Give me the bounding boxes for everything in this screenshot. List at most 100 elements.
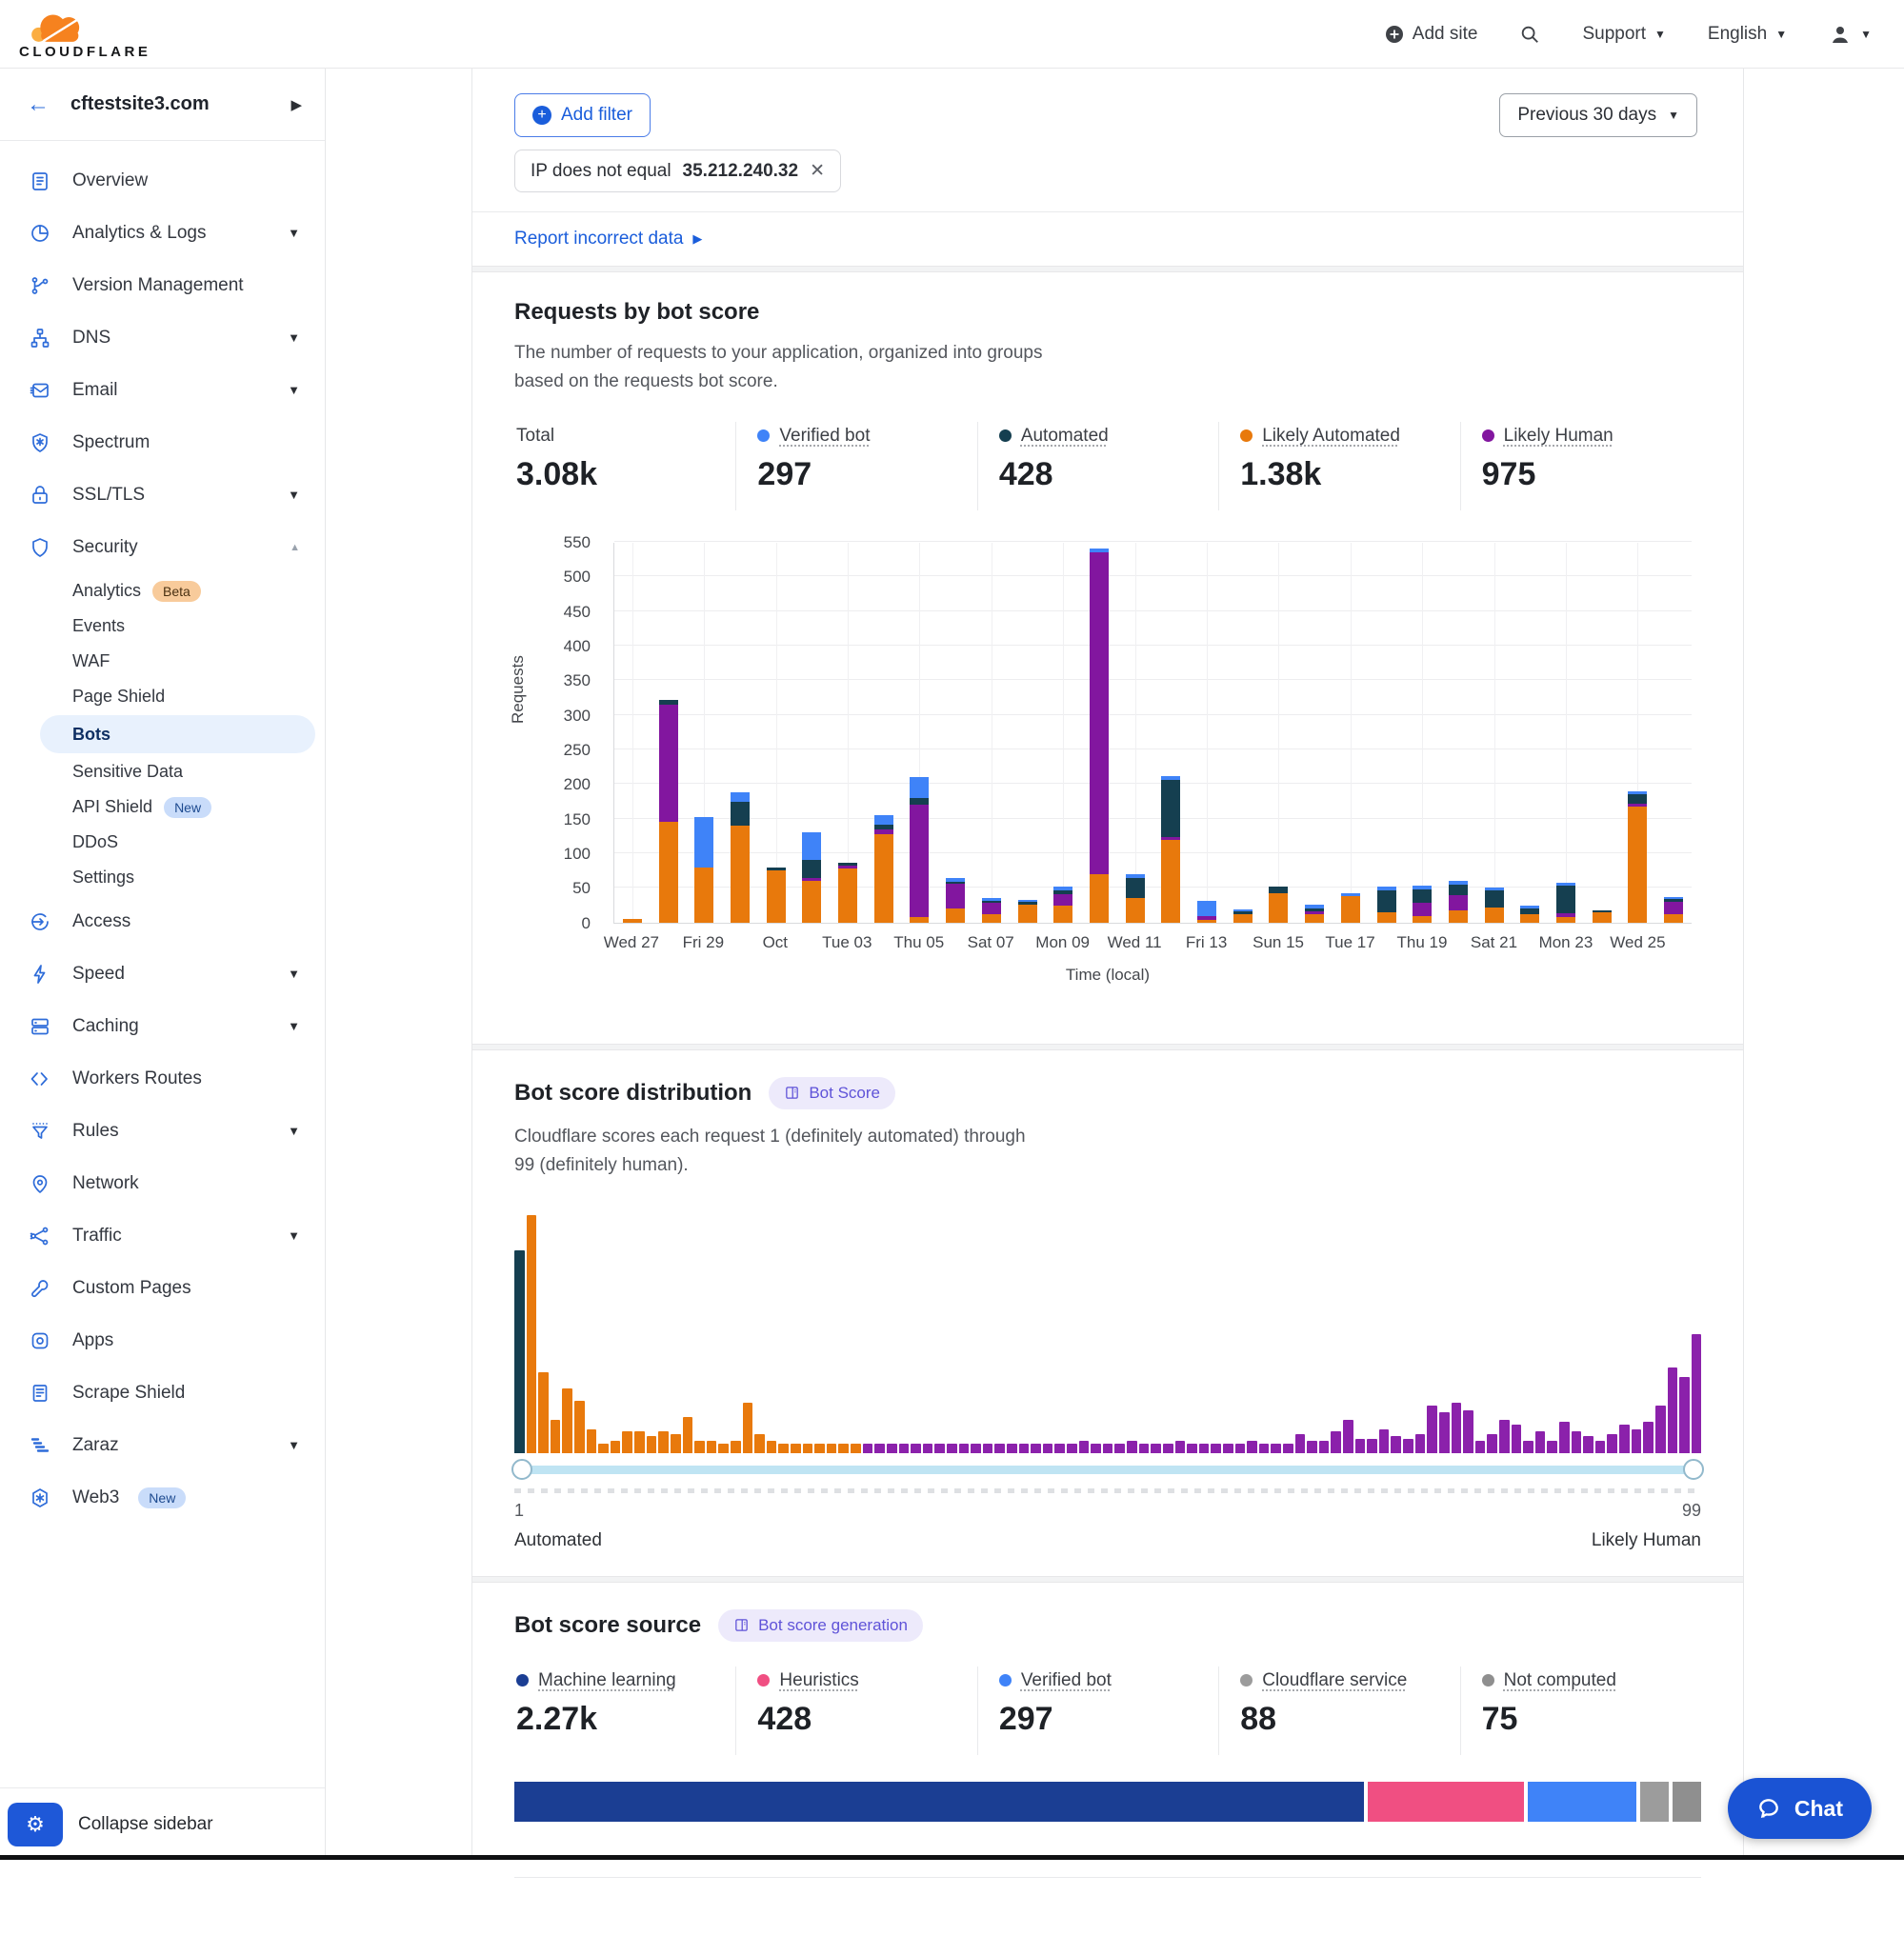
sidebar-subitem-waf[interactable]: WAF bbox=[0, 644, 325, 679]
sidebar-item-scrape-shield[interactable]: Scrape Shield bbox=[0, 1367, 325, 1419]
sidebar-item-rules[interactable]: Rules▼ bbox=[0, 1105, 325, 1157]
sidebar-item-spectrum[interactable]: Spectrum bbox=[0, 416, 325, 469]
requests-time-series-chart[interactable]: Requests 0501001502002503003504004505005… bbox=[514, 543, 1701, 1019]
sidebar-subitem-analytics[interactable]: AnalyticsBeta bbox=[0, 573, 325, 609]
legend-dot bbox=[516, 1674, 529, 1687]
histogram-bar-score-7 bbox=[587, 1429, 597, 1453]
stat-label[interactable]: Not computed bbox=[1504, 1670, 1616, 1691]
histogram-bar-score-94 bbox=[1632, 1429, 1642, 1453]
stat-label[interactable]: Likely Automated bbox=[1262, 426, 1400, 447]
sidebar-item-zaraz[interactable]: Zaraz▼ bbox=[0, 1419, 325, 1471]
sidebar-item-speed[interactable]: Speed▼ bbox=[0, 948, 325, 1000]
slider-handle-max[interactable] bbox=[1683, 1459, 1704, 1480]
sidebar-item-custom-pages[interactable]: Custom Pages bbox=[0, 1262, 325, 1314]
remove-filter-icon[interactable]: ✕ bbox=[810, 160, 825, 182]
stat-label[interactable]: Machine learning bbox=[538, 1670, 676, 1691]
bot-score-generation-badge[interactable]: Bot score generation bbox=[718, 1609, 923, 1642]
stacked-bar-day-29 bbox=[1664, 897, 1683, 923]
stat-label[interactable]: Verified bot bbox=[779, 426, 870, 447]
sidebar-subitem-ddos[interactable]: DDoS bbox=[0, 825, 325, 860]
stat-label[interactable]: Verified bot bbox=[1021, 1670, 1112, 1691]
stat-label[interactable]: Likely Human bbox=[1504, 426, 1613, 447]
sidebar-item-web3[interactable]: Web3New bbox=[0, 1471, 325, 1524]
histogram-bar-score-53 bbox=[1139, 1444, 1150, 1453]
add-filter-button[interactable]: + Add filter bbox=[514, 93, 651, 137]
sidebar-item-workers-routes[interactable]: Workers Routes bbox=[0, 1052, 325, 1105]
sidebar-subitem-bots[interactable]: Bots bbox=[40, 715, 315, 753]
histogram-bar-score-37 bbox=[947, 1444, 957, 1453]
sidebar-subitem-events[interactable]: Events bbox=[0, 609, 325, 644]
stacked-bar-day-5 bbox=[802, 832, 821, 923]
stacked-bar-day-17 bbox=[1233, 909, 1253, 923]
source-stacked-bar[interactable] bbox=[514, 1782, 1701, 1822]
sidebar-item-email[interactable]: Email▼ bbox=[0, 364, 325, 416]
sidebar-subitem-api-shield[interactable]: API ShieldNew bbox=[0, 789, 325, 825]
histogram-bar-score-32 bbox=[887, 1444, 897, 1453]
histogram-bar-score-30 bbox=[863, 1444, 873, 1453]
sidebar-subitem-settings[interactable]: Settings bbox=[0, 860, 325, 895]
site-selector[interactable]: ← cftestsite3.com ▶ bbox=[0, 69, 325, 141]
legend-dot bbox=[1482, 1674, 1494, 1687]
stacked-bar-day-2 bbox=[694, 817, 713, 923]
report-incorrect-data-link[interactable]: Report incorrect data ▶ bbox=[514, 229, 702, 249]
source-segment-not-computed bbox=[1673, 1782, 1701, 1822]
sidebar-item-traffic[interactable]: Traffic▼ bbox=[0, 1209, 325, 1262]
filter-chip[interactable]: IP does not equal 35.212.240.32 ✕ bbox=[514, 150, 841, 192]
histogram-bar-score-19 bbox=[731, 1441, 741, 1453]
security-icon bbox=[29, 536, 53, 559]
slider-track[interactable] bbox=[516, 1466, 1699, 1474]
sidebar-item-ssl-tls[interactable]: SSL/TLS▼ bbox=[0, 469, 325, 521]
slider-max-label: Likely Human bbox=[1592, 1530, 1701, 1551]
sidebar-item-dns[interactable]: DNS▼ bbox=[0, 311, 325, 364]
add-site-button[interactable]: Add site bbox=[1385, 24, 1478, 45]
stat-label[interactable]: Heuristics bbox=[779, 1670, 858, 1691]
sidebar-item-security[interactable]: Security▲ bbox=[0, 521, 325, 573]
back-arrow-icon[interactable]: ← bbox=[27, 91, 50, 118]
bot-score-distribution-card: Bot score distribution Bot Score Cloudfl… bbox=[472, 1050, 1743, 1576]
stacked-bar-day-8 bbox=[910, 777, 929, 923]
sidebar-item-network[interactable]: Network bbox=[0, 1157, 325, 1209]
user-icon bbox=[1829, 23, 1852, 46]
histogram-bar-score-55 bbox=[1163, 1444, 1173, 1453]
account-menu[interactable]: ▼ bbox=[1829, 23, 1872, 46]
x-tick: Mon 09 bbox=[1035, 933, 1090, 952]
slider-handle-min[interactable] bbox=[511, 1459, 532, 1480]
histogram-bar-score-71 bbox=[1355, 1439, 1366, 1453]
sidebar-subitem-sensitive-data[interactable]: Sensitive Data bbox=[0, 754, 325, 789]
x-tick: Tue 03 bbox=[822, 933, 872, 952]
sidebar-item-version-management[interactable]: Version Management bbox=[0, 259, 325, 311]
language-menu[interactable]: English ▼ bbox=[1708, 24, 1787, 45]
sidebar-item-caching[interactable]: Caching▼ bbox=[0, 1000, 325, 1052]
bot-score-histogram[interactable] bbox=[514, 1213, 1701, 1453]
histogram-bar-score-17 bbox=[707, 1441, 717, 1453]
stat-label[interactable]: Cloudflare service bbox=[1262, 1670, 1407, 1691]
sidebar-item-overview[interactable]: Overview bbox=[0, 154, 325, 207]
date-range-dropdown[interactable]: Previous 30 days ▼ bbox=[1499, 93, 1697, 137]
histogram-bar-score-33 bbox=[899, 1444, 910, 1453]
search-button[interactable] bbox=[1519, 24, 1540, 45]
sidebar-item-access[interactable]: Access bbox=[0, 895, 325, 948]
chevron-down-icon: ▼ bbox=[288, 1124, 300, 1138]
stacked-bar-day-22 bbox=[1413, 886, 1432, 923]
chat-button[interactable]: Chat bbox=[1728, 1778, 1872, 1839]
histogram-bar-score-28 bbox=[838, 1444, 849, 1453]
y-tick: 300 bbox=[514, 707, 591, 726]
sidebar-subitem-page-shield[interactable]: Page Shield bbox=[0, 679, 325, 714]
histogram-bar-score-9 bbox=[611, 1441, 621, 1453]
settings-gear-button[interactable]: ⚙ bbox=[8, 1803, 63, 1846]
histogram-bar-score-83 bbox=[1499, 1420, 1510, 1453]
chevron-down-icon: ▼ bbox=[288, 488, 300, 502]
x-tick: Mon 23 bbox=[1539, 933, 1593, 952]
collapse-sidebar-button[interactable]: Collapse sidebar bbox=[78, 1814, 213, 1835]
sidebar-item-analytics-logs[interactable]: Analytics & Logs▼ bbox=[0, 207, 325, 259]
histogram-bar-score-51 bbox=[1114, 1444, 1125, 1453]
legend-dot bbox=[1482, 429, 1494, 442]
sidebar-item-apps[interactable]: Apps bbox=[0, 1314, 325, 1367]
y-tick: 400 bbox=[514, 637, 591, 656]
stacked-bar-day-6 bbox=[838, 863, 857, 923]
bot-score-docs-badge[interactable]: Bot Score bbox=[769, 1077, 895, 1109]
histogram-bar-score-60 bbox=[1223, 1444, 1233, 1453]
stat-label[interactable]: Automated bbox=[1021, 426, 1109, 447]
support-menu[interactable]: Support ▼ bbox=[1582, 24, 1665, 45]
histogram-bar-score-42 bbox=[1007, 1444, 1017, 1453]
